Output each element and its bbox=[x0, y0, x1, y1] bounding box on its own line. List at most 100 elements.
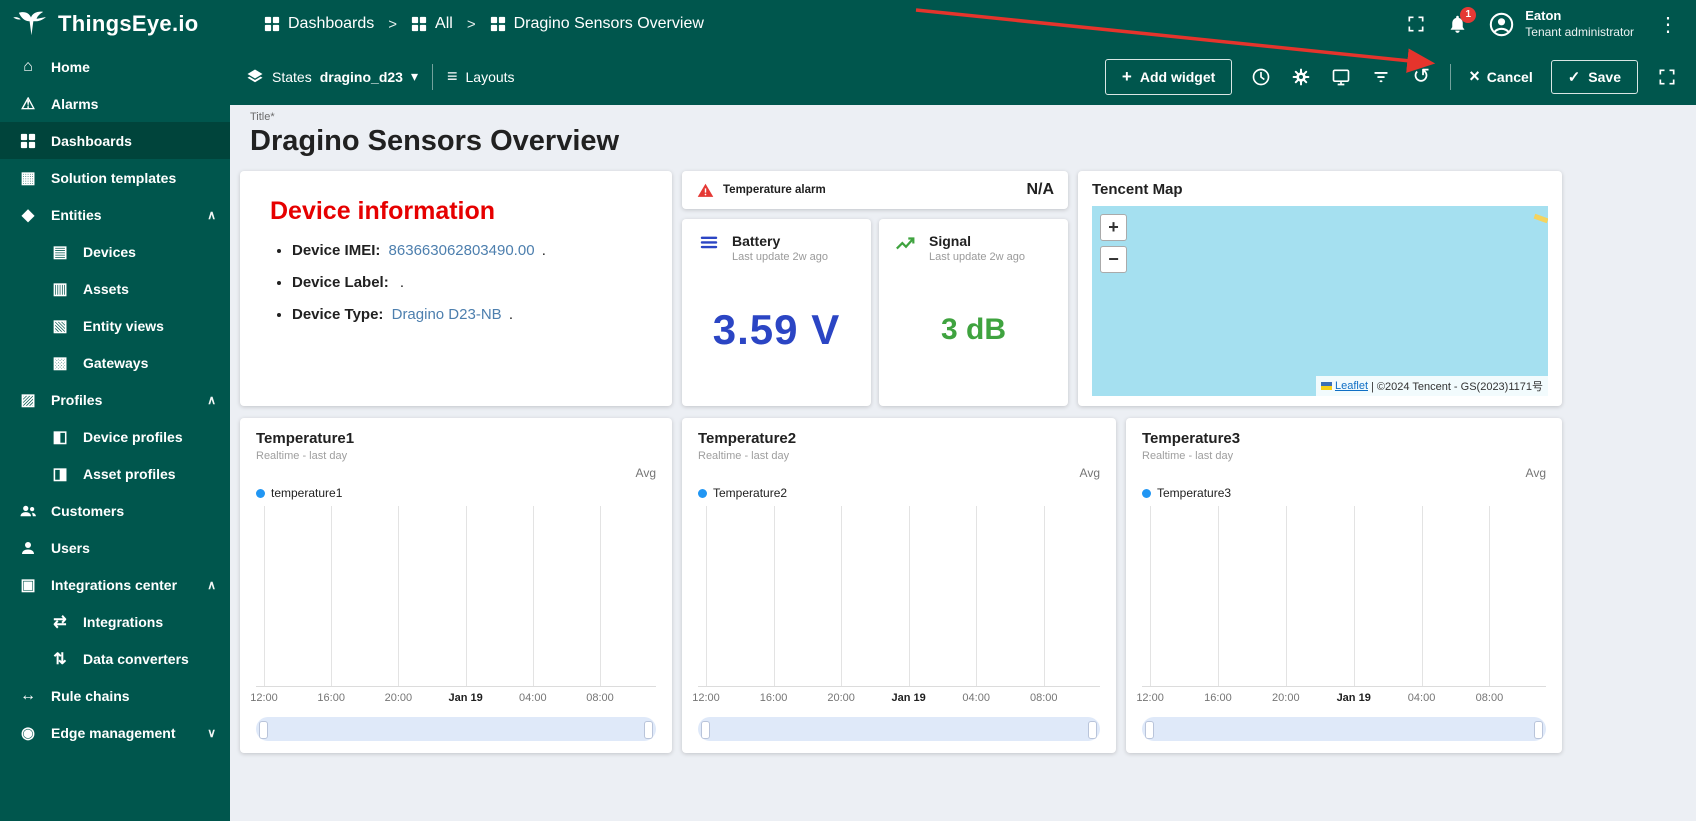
x-tick: 16:00 bbox=[317, 692, 345, 705]
kpi-row: Battery Last update 2w ago 3.59 V Signal… bbox=[682, 219, 1068, 407]
check-icon: ✓ bbox=[1567, 68, 1581, 86]
breadcrumb-current-dashboard[interactable]: Dragino Sensors Overview bbox=[490, 15, 704, 33]
sidebar-item-dashboards[interactable]: Dashboards bbox=[0, 122, 230, 159]
cancel-button[interactable]: × Cancel bbox=[1469, 66, 1532, 87]
fullscreen-icon[interactable] bbox=[1405, 13, 1427, 35]
chart-plot-area bbox=[698, 506, 1100, 688]
breadcrumb-all[interactable]: All bbox=[411, 15, 453, 33]
sidebar-item-profiles[interactable]: ▨ Profiles ∧ bbox=[0, 381, 230, 418]
temperature-alarm-widget[interactable]: Temperature alarm N/A bbox=[682, 171, 1068, 210]
sidebar-item-data-converters[interactable]: ⇅ Data converters bbox=[0, 640, 230, 677]
leaflet-link[interactable]: Leaflet bbox=[1335, 380, 1368, 392]
x-tick: 04:00 bbox=[519, 692, 547, 705]
chart-legend[interactable]: Temperature2 bbox=[698, 486, 1100, 500]
list-item: Device IMEI: 863663062803490.00 . bbox=[292, 242, 642, 259]
map-canvas[interactable]: + − Leaflet | ©2024 Tencent - GS(2023)11… bbox=[1092, 206, 1548, 397]
sidebar-item-assets[interactable]: ▥ Assets bbox=[0, 270, 230, 307]
grid-icon bbox=[411, 16, 427, 32]
x-tick: 20:00 bbox=[1272, 692, 1300, 705]
version-history-icon[interactable]: ↺ bbox=[1410, 65, 1432, 88]
app-logo[interactable]: ThingsEye.io bbox=[12, 10, 230, 38]
rule-chains-icon: ↔ bbox=[20, 686, 36, 704]
sidebar-item-label: Entity views bbox=[83, 317, 164, 334]
logo-text: ThingsEye.io bbox=[58, 11, 199, 36]
dashboards-icon bbox=[18, 133, 38, 149]
chart-subtitle: Realtime - last day bbox=[1142, 450, 1234, 463]
device-info-list: Device IMEI: 863663062803490.00 . Device… bbox=[292, 242, 642, 323]
sidebar-item-entity-views[interactable]: ▧ Entity views bbox=[0, 307, 230, 344]
sidebar-item-customers[interactable]: Customers bbox=[0, 492, 230, 529]
gridline bbox=[264, 506, 265, 687]
time-range-scrollbar[interactable] bbox=[1142, 717, 1546, 742]
widget-row-2: Temperature1 Realtime - last day Avg tem… bbox=[240, 418, 1682, 754]
time-range-scrollbar[interactable] bbox=[698, 717, 1100, 742]
kebab-menu-icon[interactable]: ⋮ bbox=[1654, 12, 1682, 37]
map-zoom-controls: + − bbox=[1100, 214, 1127, 274]
layouts-label: Layouts bbox=[465, 68, 515, 85]
sidebar-item-devices[interactable]: ▤ Devices bbox=[0, 233, 230, 270]
chart-title: Temperature1 bbox=[256, 430, 355, 448]
temperature2-chart-widget[interactable]: Temperature2 Realtime - last day Avg Tem… bbox=[682, 418, 1116, 754]
close-icon: × bbox=[1469, 66, 1480, 86]
dashboard-settings-icon[interactable] bbox=[1290, 66, 1312, 88]
sidebar-item-solution-templates[interactable]: ▦ Solution templates bbox=[0, 159, 230, 196]
sidebar-item-gateways[interactable]: ▩ Gateways bbox=[0, 344, 230, 381]
breadcrumb-dashboards[interactable]: Dashboards bbox=[264, 15, 374, 33]
tencent-map-widget[interactable]: Tencent Map + − Leaflet | ©2024 Tencent … bbox=[1078, 171, 1562, 407]
users-icon bbox=[18, 539, 38, 557]
zoom-in-button[interactable]: + bbox=[1100, 214, 1127, 242]
add-widget-button[interactable]: + Add widget bbox=[1104, 58, 1233, 95]
sidebar-item-alarms[interactable]: ⚠ Alarms bbox=[0, 85, 230, 122]
grid-icon bbox=[264, 16, 280, 32]
sidebar-item-users[interactable]: Users bbox=[0, 529, 230, 566]
gridline bbox=[908, 506, 910, 687]
fullscreen-icon[interactable] bbox=[1656, 66, 1678, 88]
top-header-bar: ThingsEye.io Dashboards > All > Dragino … bbox=[0, 0, 1696, 48]
states-label: States bbox=[272, 68, 312, 85]
device-imei-value[interactable]: 863663062803490.00 bbox=[389, 242, 535, 259]
signal-widget[interactable]: Signal Last update 2w ago 3 dB bbox=[879, 219, 1068, 407]
zoom-out-button[interactable]: − bbox=[1100, 246, 1127, 274]
temperature1-chart-widget[interactable]: Temperature1 Realtime - last day Avg tem… bbox=[240, 418, 672, 754]
time-window-icon[interactable] bbox=[1250, 66, 1272, 88]
user-menu[interactable]: Eaton Tenant administrator bbox=[1488, 8, 1634, 39]
dashboard-title-field[interactable]: Title* Dragino Sensors Overview bbox=[240, 111, 1682, 159]
x-tick: 12:00 bbox=[1136, 692, 1164, 705]
layouts-button[interactable]: ≡ Layouts bbox=[447, 66, 515, 87]
notifications-button[interactable]: 1 bbox=[1447, 6, 1477, 35]
entity-aliases-icon[interactable] bbox=[1330, 66, 1352, 88]
save-button[interactable]: ✓ Save bbox=[1550, 59, 1638, 94]
sidebar-item-label: Home bbox=[51, 58, 90, 75]
chevron-up-icon: ∧ bbox=[207, 577, 216, 592]
plus-icon: + bbox=[1121, 66, 1132, 86]
x-tick: 12:00 bbox=[692, 692, 720, 705]
sidebar-item-device-profiles[interactable]: ◧ Device profiles bbox=[0, 418, 230, 455]
device-info-title: Device information bbox=[270, 197, 496, 226]
sidebar-item-home[interactable]: ⌂ Home bbox=[0, 48, 230, 85]
sidebar-item-integrations[interactable]: ⇄ Integrations bbox=[0, 603, 230, 640]
sidebar-item-asset-profiles[interactable]: ◨ Asset profiles bbox=[0, 455, 230, 492]
battery-widget[interactable]: Battery Last update 2w ago 3.59 V bbox=[682, 219, 871, 407]
device-information-widget[interactable]: Device information Device IMEI: 86366306… bbox=[240, 171, 672, 407]
sidebar-item-entities[interactable]: ◆ Entities ∧ bbox=[0, 196, 230, 233]
notification-badge: 1 bbox=[1460, 6, 1477, 23]
chart-legend[interactable]: temperature1 bbox=[256, 486, 656, 500]
entity-views-icon: ▧ bbox=[52, 317, 68, 335]
device-type-value[interactable]: Dragino D23-NB bbox=[392, 306, 502, 323]
sidebar-item-integrations-center[interactable]: ▣ Integrations center ∧ bbox=[0, 566, 230, 603]
time-range-scrollbar[interactable] bbox=[256, 717, 656, 742]
sidebar-item-edge-management[interactable]: ◉ Edge management ∨ bbox=[0, 714, 230, 751]
map-title: Tencent Map bbox=[1092, 181, 1183, 199]
breadcrumb-separator: > bbox=[388, 15, 398, 33]
signal-trend-icon bbox=[896, 237, 915, 250]
page-title: Dragino Sensors Overview bbox=[250, 125, 620, 157]
sidebar-item-label: Edge management bbox=[51, 724, 176, 741]
sidebar-item-rule-chains[interactable]: ↔ Rule chains bbox=[0, 677, 230, 714]
temperature3-chart-widget[interactable]: Temperature3 Realtime - last day Avg Tem… bbox=[1126, 418, 1562, 754]
filters-icon[interactable] bbox=[1370, 66, 1392, 88]
chart-legend[interactable]: Temperature3 bbox=[1142, 486, 1546, 500]
logo-bird-icon bbox=[13, 11, 46, 36]
states-selector[interactable]: States dragino_d23 ▾ bbox=[246, 68, 418, 86]
alarm-triangle-icon bbox=[697, 183, 714, 197]
chevron-up-icon: ∧ bbox=[207, 207, 216, 222]
